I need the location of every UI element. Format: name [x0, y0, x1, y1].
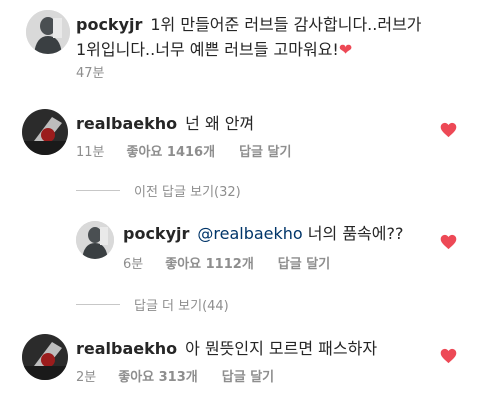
- avatar-pockyjr-reply[interactable]: [76, 221, 114, 259]
- view-more-replies-label: 답글 더 보기(44): [134, 299, 229, 314]
- comment-1-username[interactable]: realbaekho: [76, 114, 177, 133]
- comment-1-time: 11분: [76, 145, 105, 160]
- comment-2-like-button[interactable]: [440, 348, 457, 364]
- reply-username[interactable]: pockyjr: [123, 224, 189, 243]
- comment-1-likes[interactable]: 좋아요 1416개: [127, 141, 216, 160]
- avatar-image: [22, 334, 68, 380]
- reply-time: 6분: [123, 257, 144, 272]
- comment-2-meta: 2분 좋아요 313개 답글 달기: [76, 366, 274, 385]
- view-more-replies-button[interactable]: 답글 더 보기(44): [76, 295, 229, 314]
- view-previous-replies-label: 이전 답글 보기(32): [134, 185, 241, 200]
- caption-time: 47분: [76, 66, 105, 81]
- avatar-realbaekho-1[interactable]: [22, 109, 68, 155]
- comment-2-time: 2분: [76, 370, 97, 385]
- avatar-pockyjr-caption[interactable]: [26, 10, 70, 54]
- heart-filled-icon: [440, 122, 457, 138]
- caption-line1: 1위 만들어준 러브들 감사합니다..러브가: [150, 15, 422, 34]
- avatar-realbaekho-2[interactable]: [22, 334, 68, 380]
- comment-2-username[interactable]: realbaekho: [76, 339, 177, 358]
- caption-username[interactable]: pockyjr: [76, 15, 142, 34]
- heart-filled-icon: [440, 348, 457, 364]
- reply-body: 너의 품속에??: [307, 224, 404, 243]
- reply-reply-button[interactable]: 답글 달기: [278, 253, 330, 272]
- comment-2-likes[interactable]: 좋아요 313개: [118, 366, 198, 385]
- reply-text: pockyjr @realbaekho 너의 품속에??: [123, 221, 433, 246]
- divider-line: [76, 304, 120, 305]
- comment-2-text: realbaekho 아 뭔뜻인지 모르면 패스하자: [76, 336, 426, 361]
- caption-text: pockyjr 1위 만들어준 러브들 감사합니다..러브가 1위입니다..너무 …: [76, 12, 466, 62]
- avatar-image: [22, 109, 68, 155]
- comment-2-reply-button[interactable]: 답글 달기: [222, 366, 274, 385]
- comment-1-meta: 11분 좋아요 1416개 답글 달기: [76, 141, 291, 160]
- reply-likes[interactable]: 좋아요 1112개: [165, 253, 254, 272]
- reply-mention-link[interactable]: @realbaekho: [197, 224, 302, 243]
- comment-1-text: realbaekho 넌 왜 안껴: [76, 111, 426, 136]
- reply-like-button[interactable]: [440, 234, 457, 250]
- comment-1-like-button[interactable]: [440, 122, 457, 138]
- reply-meta: 6분 좋아요 1112개 답글 달기: [123, 253, 330, 272]
- avatar-image: [76, 221, 114, 259]
- caption-line2: 1위입니다..너무 예쁜 러브들 고마워요!: [76, 40, 339, 59]
- view-previous-replies-button[interactable]: 이전 답글 보기(32): [76, 181, 241, 200]
- comment-2-body: 아 뭔뜻인지 모르면 패스하자: [185, 339, 378, 358]
- heart-filled-icon: [440, 234, 457, 250]
- comment-1-reply-button[interactable]: 답글 달기: [239, 141, 291, 160]
- divider-line: [76, 190, 120, 191]
- avatar-image: [26, 10, 70, 54]
- caption-emoji: ❤: [338, 40, 353, 59]
- comment-1-body: 넌 왜 안껴: [185, 114, 255, 133]
- caption-meta: 47분: [76, 62, 127, 81]
